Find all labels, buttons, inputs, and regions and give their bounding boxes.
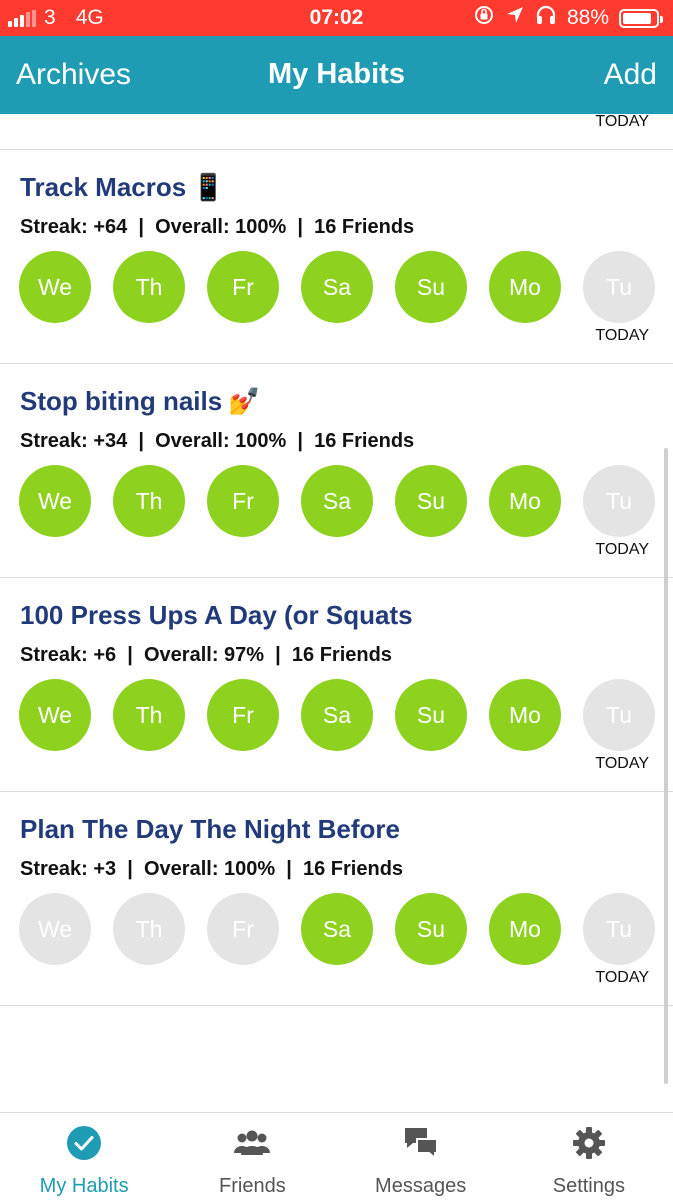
habit-emoji: 📱 <box>192 172 225 202</box>
habit-cards: 15 mins Anki cards everyday🧠Streak: +95 … <box>0 114 673 1006</box>
chat-bubbles-icon <box>337 1125 505 1161</box>
habit-title[interactable]: 100 Press Ups A Day (or Squats <box>20 600 413 631</box>
signal-icon <box>8 9 36 27</box>
day-toggle-th[interactable]: Th <box>113 679 185 751</box>
day-toggle-sa[interactable]: Sa <box>301 251 373 323</box>
tab-my-habits[interactable]: My Habits <box>0 1113 168 1200</box>
habit-title-text: Stop biting nails <box>20 386 223 416</box>
habit-stats: Streak: +64 | Overall: 100% | 16 Friends <box>20 216 415 238</box>
tab-label: Messages <box>375 1175 467 1197</box>
status-bar: 3 4G 07:02 88% <box>0 0 673 36</box>
location-icon <box>505 5 525 31</box>
add-button[interactable]: Add <box>604 58 657 92</box>
habit-card[interactable]: 100 Press Ups A Day (or Squats Streak: +6… <box>0 578 673 792</box>
habit-list[interactable]: 15 mins Anki cards everyday🧠Streak: +95 … <box>0 114 673 1112</box>
day-row: We Th Fr Sa Su Mo Tu <box>19 465 659 537</box>
day-toggle-tu[interactable]: Tu <box>583 893 655 965</box>
habit-stats: Streak: +3 | Overall: 100% | 16 Friends <box>20 858 404 880</box>
habit-title[interactable]: Stop biting nails 💅 <box>20 386 261 417</box>
day-toggle-we[interactable]: We <box>19 251 91 323</box>
habit-title-text: Track Macros <box>20 172 187 202</box>
day-toggle-mo[interactable]: Mo <box>489 679 561 751</box>
day-toggle-fr[interactable]: Fr <box>207 465 279 537</box>
today-label: TODAY <box>595 541 649 558</box>
today-label: TODAY <box>595 969 649 986</box>
tab-label: Settings <box>552 1175 625 1197</box>
tab-bar: My Habits Friends Messages Settings <box>0 1112 673 1200</box>
today-label: TODAY <box>595 114 649 130</box>
tab-settings[interactable]: Settings <box>505 1113 673 1200</box>
day-toggle-mo[interactable]: Mo <box>489 251 561 323</box>
day-toggle-sa[interactable]: Sa <box>301 679 373 751</box>
status-left: 3 4G <box>8 0 104 36</box>
habit-title[interactable]: Track Macros 📱 <box>20 172 225 203</box>
day-toggle-fr[interactable]: Fr <box>207 893 279 965</box>
day-toggle-mo[interactable]: Mo <box>489 465 561 537</box>
network-label: 4G <box>75 6 104 29</box>
day-row: We Th Fr Sa Su Mo Tu <box>19 893 659 965</box>
tab-label: Friends <box>219 1175 286 1197</box>
day-toggle-th[interactable]: Th <box>113 893 185 965</box>
day-toggle-we[interactable]: We <box>19 465 91 537</box>
tab-messages[interactable]: Messages <box>337 1113 505 1200</box>
day-row: We Th Fr Sa Su Mo Tu <box>19 679 659 751</box>
friends-icon <box>168 1125 336 1161</box>
habit-title[interactable]: Plan The Day The Night Before <box>20 814 400 845</box>
day-toggle-su[interactable]: Su <box>395 251 467 323</box>
day-toggle-th[interactable]: Th <box>113 465 185 537</box>
tab-label: My Habits <box>39 1175 129 1197</box>
day-toggle-tu[interactable]: Tu <box>583 251 655 323</box>
habit-card[interactable]: Stop biting nails 💅 Streak: +34 | Overall:… <box>0 364 673 578</box>
nav-bar: Archives My Habits Add <box>0 36 673 114</box>
archives-button[interactable]: Archives <box>16 58 131 92</box>
habit-title-text: Plan The Day The Night Before <box>20 814 400 844</box>
day-toggle-tu[interactable]: Tu <box>583 465 655 537</box>
tab-friends[interactable]: Friends <box>168 1113 336 1200</box>
habit-card[interactable]: Track Macros 📱 Streak: +64 | Overall: 100%… <box>0 150 673 364</box>
today-label: TODAY <box>595 755 649 772</box>
check-circle-icon <box>0 1125 168 1161</box>
habit-stats: Streak: +34 | Overall: 100% | 16 Friends <box>20 430 415 452</box>
day-toggle-we[interactable]: We <box>19 679 91 751</box>
day-toggle-fr[interactable]: Fr <box>207 251 279 323</box>
day-toggle-th[interactable]: Th <box>113 251 185 323</box>
day-toggle-tu[interactable]: Tu <box>583 679 655 751</box>
day-toggle-sa[interactable]: Sa <box>301 465 373 537</box>
gear-icon <box>505 1125 673 1161</box>
day-toggle-su[interactable]: Su <box>395 679 467 751</box>
day-toggle-we[interactable]: We <box>19 893 91 965</box>
habit-card[interactable]: Plan The Day The Night Before Streak: +3 … <box>0 792 673 1006</box>
day-row: We Th Fr Sa Su Mo Tu <box>19 251 659 323</box>
today-label: TODAY <box>595 327 649 344</box>
habit-card[interactable]: 15 mins Anki cards everyday🧠Streak: +95 … <box>0 114 673 150</box>
battery-percent: 88% <box>566 6 609 29</box>
scrollbar[interactable] <box>664 448 668 1084</box>
habit-emoji: 💅 <box>228 386 261 416</box>
habit-stats: Streak: +6 | Overall: 97% | 16 Friends <box>20 644 392 666</box>
day-toggle-su[interactable]: Su <box>395 465 467 537</box>
day-toggle-sa[interactable]: Sa <box>301 893 373 965</box>
carrier-label: 3 <box>44 6 56 29</box>
habit-title-text: 100 Press Ups A Day (or Squats <box>20 600 413 630</box>
orientation-lock-icon <box>473 4 495 32</box>
day-toggle-fr[interactable]: Fr <box>207 679 279 751</box>
battery-icon <box>619 8 663 28</box>
day-toggle-mo[interactable]: Mo <box>489 893 561 965</box>
day-toggle-su[interactable]: Su <box>395 893 467 965</box>
headphones-icon <box>535 4 557 32</box>
status-right: 88% <box>473 0 663 36</box>
